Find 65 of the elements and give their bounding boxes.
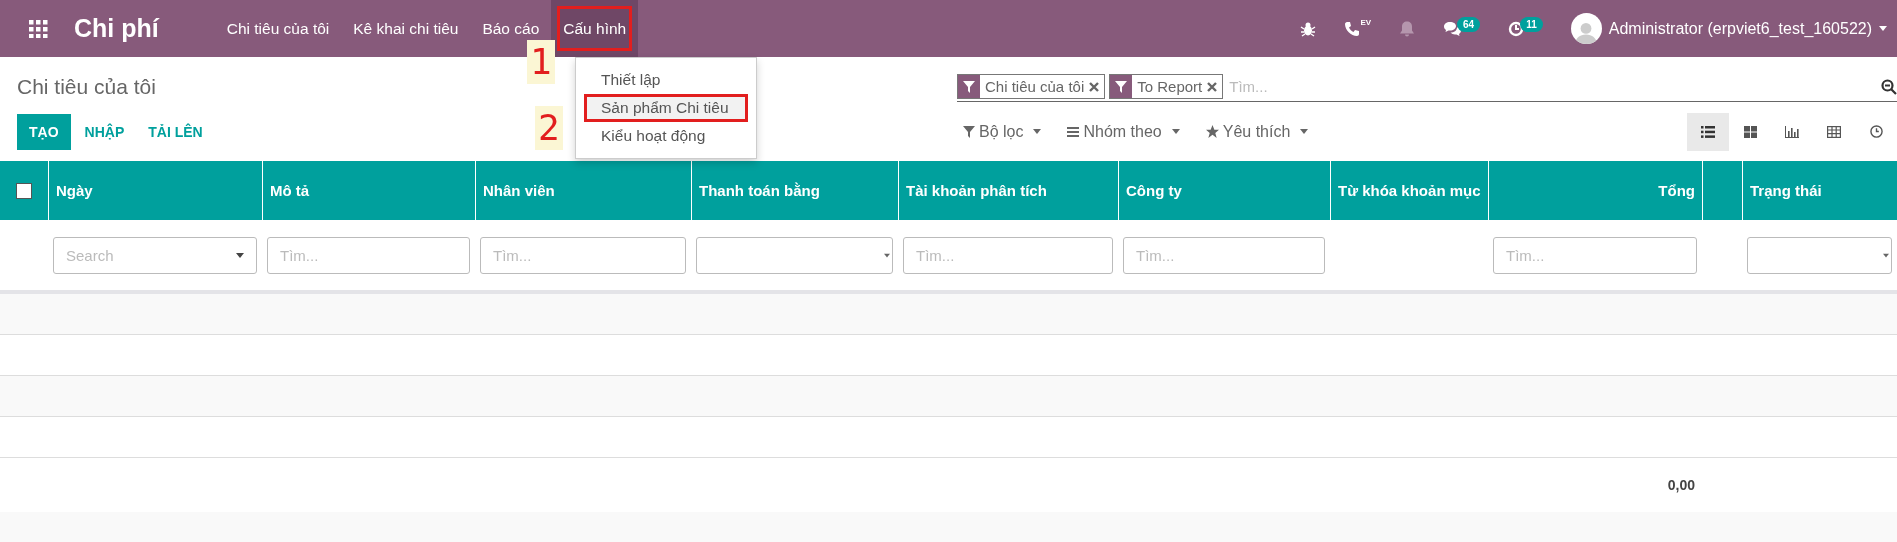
dropdown-item[interactable]: Thiết lập: [576, 66, 756, 94]
total-amount: 0,00: [1666, 477, 1696, 493]
search-icon[interactable]: [1881, 78, 1897, 95]
caret-icon: [236, 252, 244, 258]
breadcrumb: Chi tiêu của tôi: [17, 74, 156, 99]
step-number: 2: [535, 106, 563, 150]
person-silhouette-icon: [1574, 20, 1599, 44]
phone-icon[interactable]: [1344, 20, 1361, 37]
apps-grid-icon[interactable]: [28, 19, 48, 38]
column-header[interactable]: Công ty: [1118, 161, 1330, 220]
clock-icon: [1869, 125, 1883, 138]
column-header[interactable]: Mô tả: [262, 161, 475, 220]
dropdown-item[interactable]: Kiểu hoạt động: [576, 122, 756, 150]
caret-icon: [1879, 26, 1887, 31]
column-header[interactable]: Ngày: [48, 161, 262, 220]
clock-icon[interactable]: [1508, 20, 1525, 37]
user-name[interactable]: Administrator (erpviet6_test_160522): [1608, 19, 1872, 38]
close-icon: [1207, 81, 1218, 92]
link-button[interactable]: TẢI LÊN: [136, 113, 215, 150]
table-icon: [1827, 125, 1841, 138]
filter-icon: [963, 80, 975, 93]
count-badge: 11: [1520, 17, 1543, 32]
bug-icon[interactable]: [1300, 20, 1317, 37]
column-header[interactable]: Từ khóa khoản mục: [1330, 161, 1488, 220]
filter-field[interactable]: Tìm...: [267, 236, 470, 274]
column-header[interactable]: Thanh toán bằng: [691, 161, 898, 220]
phone-label: EV: [1360, 18, 1372, 27]
menu-item[interactable]: Cấu hình: [551, 0, 639, 57]
bar-chart-icon: [1785, 125, 1799, 138]
star-icon: [1205, 125, 1219, 138]
filter-icon: [963, 125, 975, 138]
create-button[interactable]: TẠO: [17, 113, 71, 150]
count-badge: 64: [1457, 17, 1481, 32]
filter-field[interactable]: Tìm...: [1123, 236, 1325, 274]
grid-icon: [1743, 125, 1757, 138]
search-option[interactable]: Nhóm theo: [1061, 121, 1186, 142]
link-button[interactable]: NHẬP: [72, 113, 137, 150]
caret-icon: [1171, 129, 1180, 134]
filter-facet[interactable]: To Report: [1109, 74, 1224, 99]
search-option[interactable]: Yêu thích: [1199, 121, 1315, 142]
chat-icon[interactable]: [1443, 20, 1462, 37]
column-header[interactable]: Nhân viên: [475, 161, 691, 220]
caret-icon: [884, 252, 890, 258]
column-header[interactable]: Trạng thái: [1742, 161, 1897, 220]
caret-icon: [1300, 129, 1309, 134]
filter-icon: [1115, 80, 1128, 93]
bars-icon: [1067, 125, 1080, 138]
caret-icon: [1883, 252, 1889, 258]
app-title: Chi phí: [74, 14, 159, 43]
filter-field[interactable]: Tìm...: [1493, 236, 1697, 274]
select-all-checkbox[interactable]: [16, 182, 32, 199]
list-icon: [1701, 125, 1715, 138]
menu-item[interactable]: Chi tiêu của tôi: [214, 0, 342, 57]
step-number: 1: [527, 40, 555, 84]
close-icon: [1089, 81, 1100, 92]
filter-field[interactable]: Tìm...: [480, 236, 686, 274]
menu-item[interactable]: Kê khai chi tiêu: [341, 0, 471, 57]
view-switch-button[interactable]: [1687, 112, 1729, 151]
search-option[interactable]: Bộ lọc: [957, 121, 1048, 142]
dropdown-item[interactable]: Sản phẩm Chi tiêu: [584, 94, 748, 122]
filter-field[interactable]: Tìm...: [903, 236, 1113, 274]
filter-facet[interactable]: Chi tiêu của tôi: [957, 74, 1106, 99]
column-header[interactable]: Tài khoản phân tích: [898, 161, 1118, 220]
column-header[interactable]: Tổng: [1488, 161, 1702, 220]
caret-icon: [1033, 129, 1042, 134]
